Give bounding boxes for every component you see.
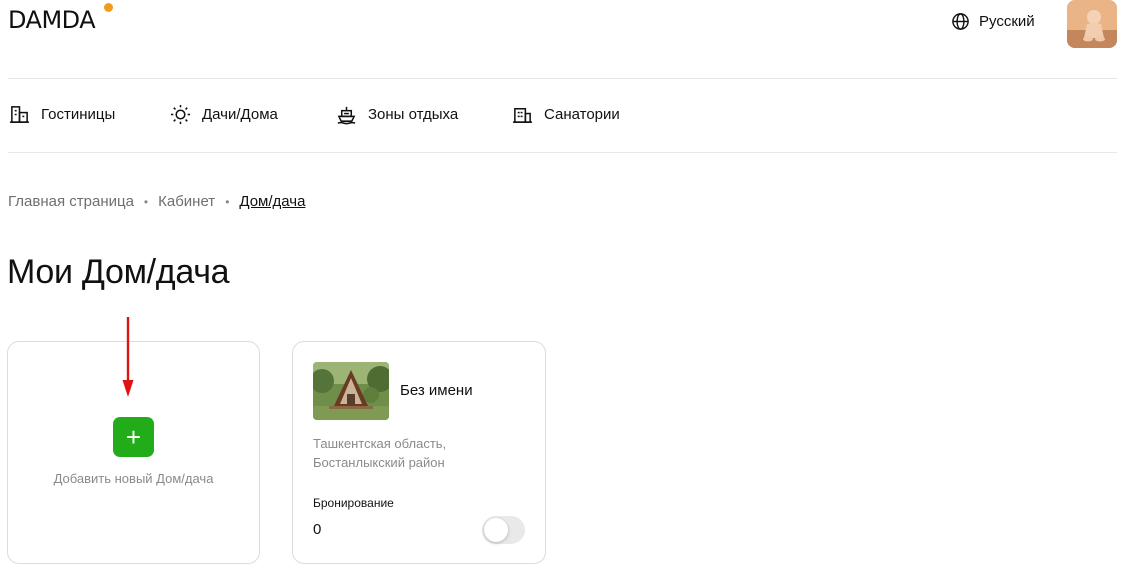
logo-dot (104, 3, 113, 12)
category-sanatoriums-label: Санатории (544, 106, 620, 123)
listing-address: Ташкентская область, Бостанлыкский район (313, 434, 513, 472)
category-hotels[interactable]: Гостиницы (9, 104, 115, 125)
address-district: Бостанлыкский район (313, 455, 445, 470)
nav-divider (8, 152, 1117, 153)
category-dachas-label: Дачи/Дома (202, 106, 278, 123)
annotation-arrow (122, 317, 134, 397)
breadcrumb: Главная страница • Кабинет • Дом/дача (8, 193, 305, 210)
language-selector[interactable]: Русский (951, 12, 1035, 31)
page: DAMDA Русский Гостиницы Дачи/Дома Зоны о… (0, 0, 1126, 578)
category-recreation[interactable]: Зоны отдыха (336, 104, 458, 125)
logo[interactable]: DAMDA (8, 6, 96, 34)
breadcrumb-current[interactable]: Дом/дача (239, 193, 305, 210)
boat-icon (337, 106, 356, 125)
globe-icon (952, 13, 969, 30)
booking-toggle[interactable] (482, 516, 525, 544)
booking-count: 0 (313, 521, 322, 538)
building-icon (9, 106, 30, 123)
breadcrumb-cabinet[interactable]: Кабинет (158, 193, 215, 210)
category-dachas[interactable]: Дачи/Дома (170, 104, 278, 125)
sun-icon (170, 104, 191, 125)
toggle-knob (484, 518, 508, 542)
breadcrumb-separator: • (143, 194, 149, 209)
avatar[interactable] (1067, 0, 1117, 48)
breadcrumb-home[interactable]: Главная страница (8, 193, 134, 210)
add-button[interactable]: + (113, 417, 154, 457)
add-listing-label: Добавить новый Дом/дача (53, 471, 214, 486)
category-hotels-label: Гостиницы (41, 106, 116, 123)
category-recreation-label: Зоны отдыха (368, 106, 459, 123)
booking-label: Бронирование (313, 496, 394, 510)
address-region: Ташкентская область, (313, 436, 447, 451)
listing-name: Без имени (400, 382, 473, 399)
breadcrumb-separator: • (225, 194, 230, 209)
sanatorium-icon (512, 108, 533, 123)
language-label: Русский (979, 13, 1035, 30)
listing-thumbnail (313, 362, 389, 420)
page-title: Мои Дом/дача (7, 253, 230, 291)
category-sanatoriums[interactable]: Санатории (512, 104, 620, 125)
avatar-image (1067, 0, 1117, 48)
header-divider (8, 78, 1117, 79)
listing-card[interactable]: Без имени Ташкентская область, Бостанлык… (292, 341, 546, 564)
